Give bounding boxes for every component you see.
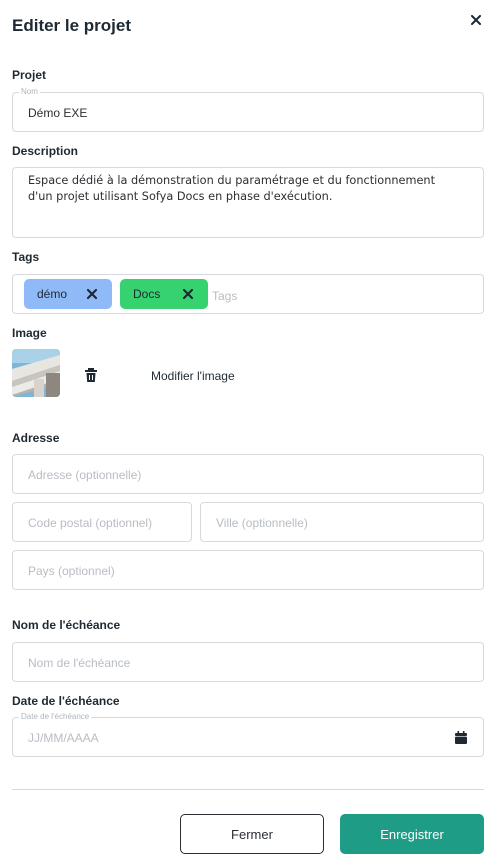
description-section-label: Description	[12, 144, 79, 158]
echeance-date-float-label: Date de l'échéance	[19, 712, 92, 722]
remove-tag-icon[interactable]	[86, 288, 98, 300]
project-name-field[interactable]: Nom Démo EXE	[12, 87, 484, 132]
country-input[interactable]: Pays (optionnel)	[12, 550, 484, 590]
city-placeholder: Ville (optionnelle)	[216, 516, 308, 530]
echeance-name-placeholder: Nom de l'échéance	[28, 656, 131, 670]
tags-input-field[interactable]: démo Docs Tags	[12, 274, 484, 314]
tag-chip-demo: démo	[24, 279, 112, 309]
postal-code-input[interactable]: Code postal (optionnel)	[12, 502, 192, 542]
image-section-label: Image	[12, 326, 47, 340]
city-input[interactable]: Ville (optionnelle)	[200, 502, 484, 542]
echeance-date-section-label: Date de l'échéance	[12, 694, 120, 708]
projet-section-label: Projet	[12, 68, 47, 82]
fermer-button[interactable]: Fermer	[180, 814, 324, 854]
close-button[interactable]	[466, 10, 486, 30]
remove-tag-icon[interactable]	[182, 288, 194, 300]
tag-chip-label: démo	[37, 287, 68, 301]
echeance-name-section-label: Nom de l'échéance	[12, 618, 121, 632]
delete-image-icon[interactable]	[83, 367, 99, 383]
project-name-float-label: Nom	[19, 87, 40, 97]
footer-divider	[12, 789, 484, 790]
description-textarea[interactable]: Espace dédié à la démonstration du param…	[12, 167, 484, 238]
project-name-value: Démo EXE	[28, 106, 88, 120]
modal-title: Editer le projet	[12, 16, 132, 35]
tag-chip-label: Docs	[133, 287, 161, 301]
postal-code-placeholder: Code postal (optionnel)	[28, 516, 153, 530]
tags-section-label: Tags	[12, 250, 40, 264]
project-image-thumbnail	[12, 349, 60, 397]
address-placeholder: Adresse (optionnelle)	[28, 468, 142, 482]
country-placeholder: Pays (optionnel)	[28, 564, 115, 578]
adresse-section-label: Adresse	[12, 431, 60, 445]
tags-placeholder: Tags	[212, 289, 238, 303]
address-input[interactable]: Adresse (optionnelle)	[12, 454, 484, 494]
echeance-name-input[interactable]: Nom de l'échéance	[12, 642, 484, 682]
description-value: Espace dédié à la démonstration du param…	[28, 174, 436, 203]
echeance-date-input[interactable]: Date de l'échéance JJ/MM/AAAA	[12, 712, 484, 757]
calendar-icon[interactable]	[455, 731, 467, 744]
echeance-date-placeholder: JJ/MM/AAAA	[28, 731, 99, 745]
enregistrer-button[interactable]: Enregistrer	[340, 814, 484, 854]
close-icon[interactable]	[471, 15, 481, 25]
modify-image-button[interactable]: Modifier l'image	[151, 369, 235, 383]
tag-chip-docs: Docs	[120, 279, 208, 309]
